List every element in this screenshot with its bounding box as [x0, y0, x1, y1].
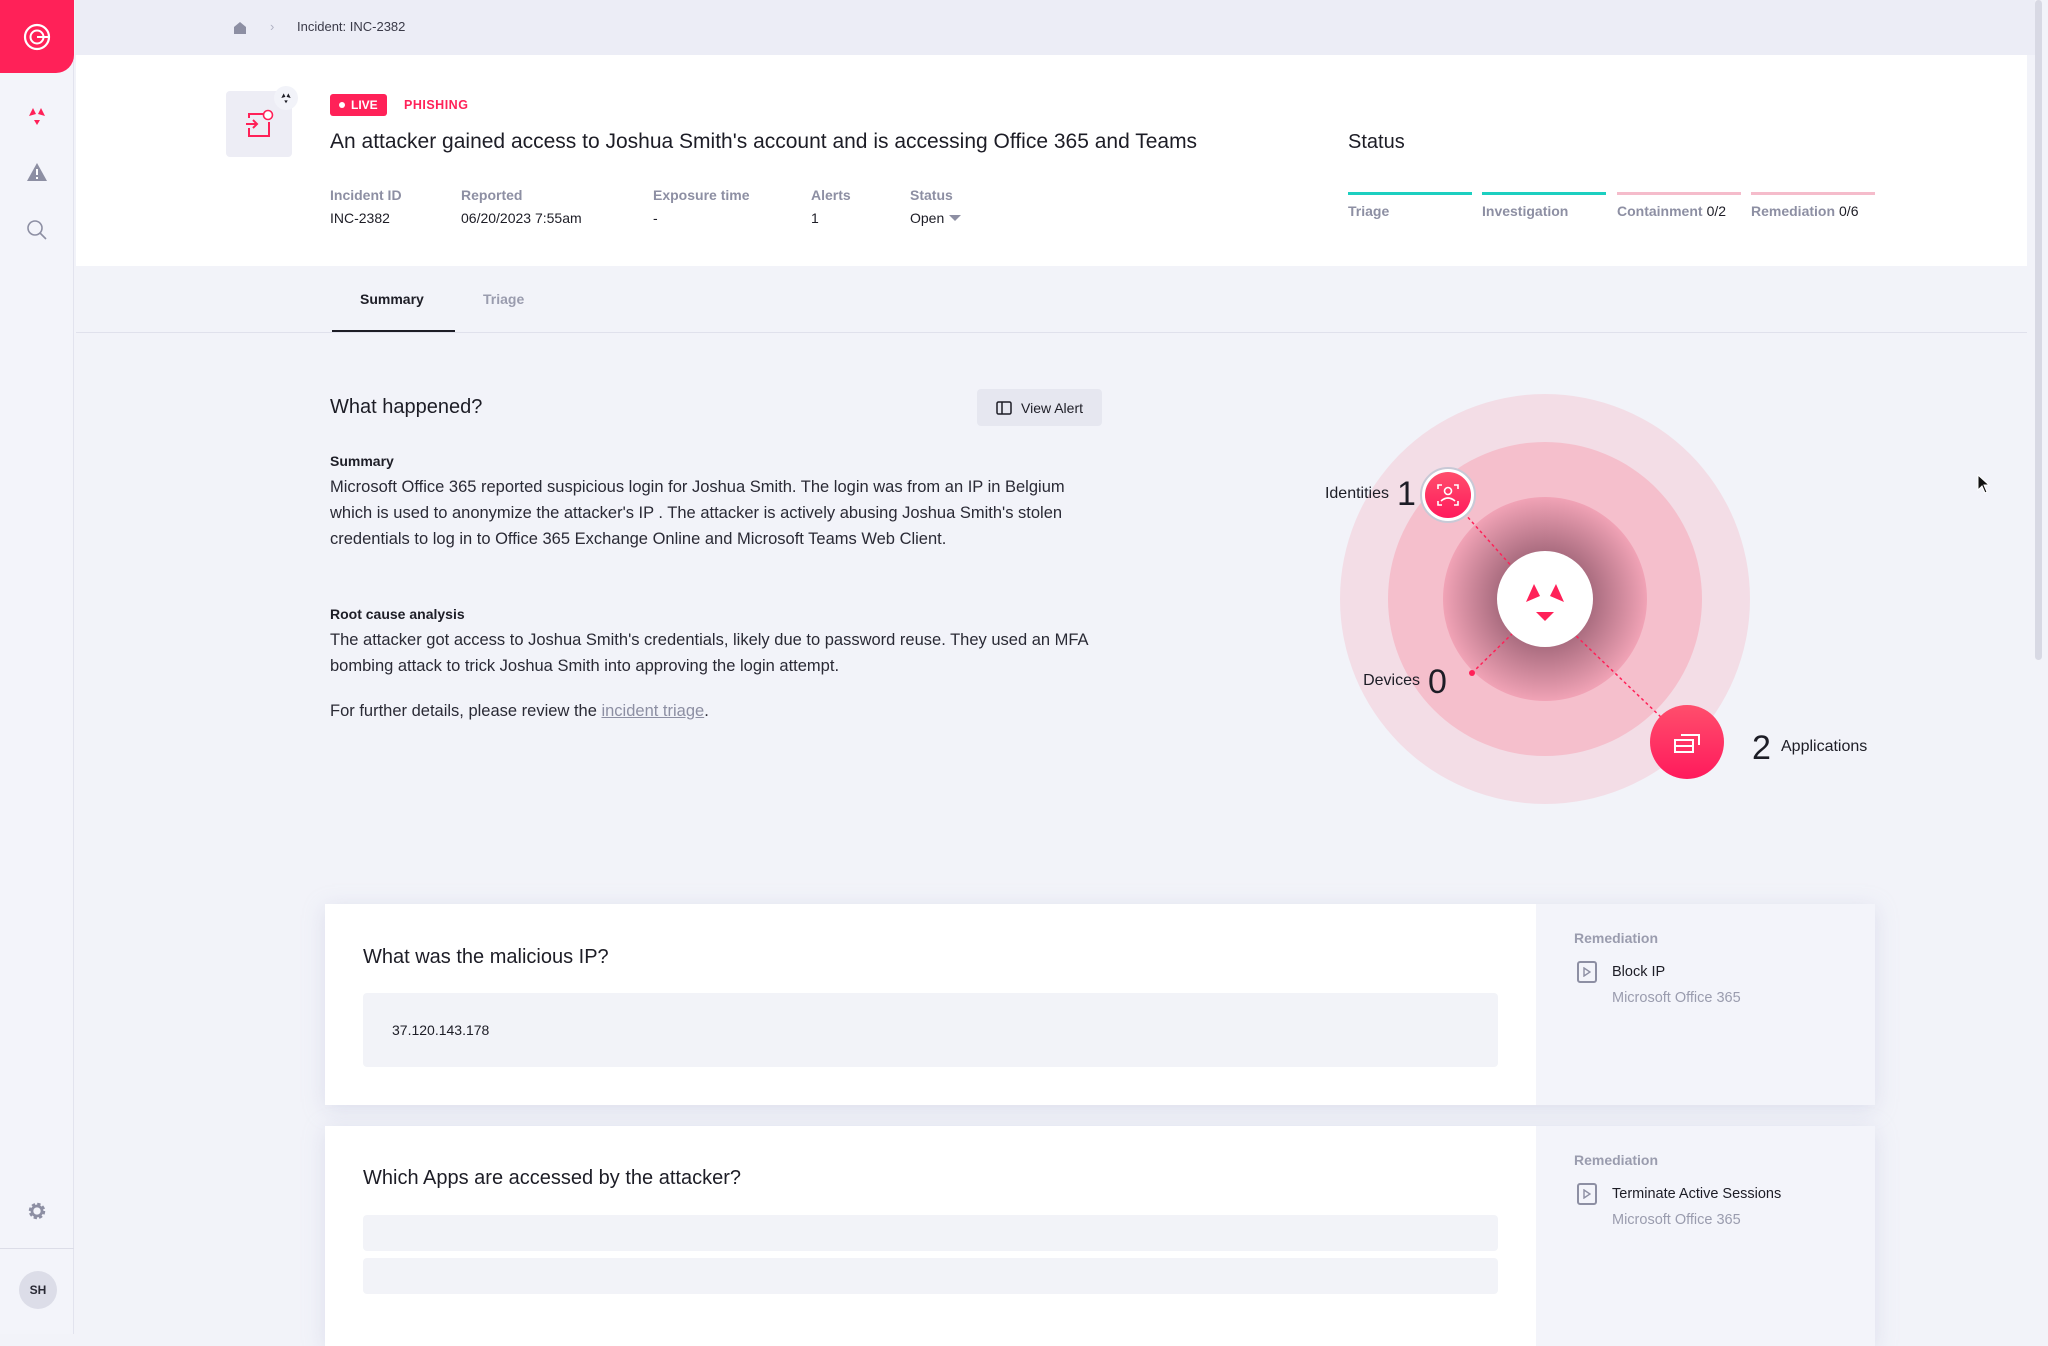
breadcrumb: › Incident: INC-2382 [75, 0, 2035, 55]
remediation-action-terminate-sessions[interactable]: Terminate Active Sessions [1612, 1186, 1781, 1202]
stage-remediation[interactable]: Remediation 0/6 [1751, 203, 1858, 219]
incidents-icon [29, 108, 45, 125]
remediation-action-block-ip[interactable]: Block IP [1612, 964, 1665, 980]
applications-label: Applications [1781, 738, 1867, 755]
stage-progress-bar [1482, 192, 1606, 195]
further-suffix: . [704, 702, 709, 720]
remediation-target: Microsoft Office 365 [1612, 990, 1741, 1006]
applications-node[interactable] [1650, 705, 1724, 779]
gem-logo-icon [23, 23, 51, 50]
further-prefix: For further details, please review the [330, 702, 602, 720]
meta-label: Alerts [811, 187, 851, 203]
stage-progress-bar [1617, 192, 1741, 195]
status-value: Open [910, 210, 945, 226]
devices-label: Devices [1363, 672, 1420, 689]
remediation-label: Remediation [1574, 930, 1659, 946]
stage-label: Containment [1617, 203, 1703, 219]
incident-triage-link[interactable]: incident triage [601, 702, 704, 720]
question-card-malicious-ip: What was the malicious IP? 37.120.143.17… [325, 904, 1875, 1105]
stage-triage[interactable]: Triage [1348, 203, 1389, 219]
remediation-label: Remediation [1574, 1152, 1659, 1168]
stage-investigation[interactable]: Investigation [1482, 203, 1568, 219]
identities-count: 1 [1397, 475, 1416, 513]
view-alert-button[interactable]: View Alert [977, 389, 1102, 426]
live-dot-icon [339, 102, 345, 108]
stage-label: Triage [1348, 203, 1390, 219]
search-icon [27, 220, 47, 240]
answer-box: 37.120.143.178 [363, 993, 1498, 1067]
exposure-time-value: - [653, 210, 658, 226]
identities-label: Identities [1325, 485, 1389, 502]
stage-containment[interactable]: Containment 0/2 [1617, 203, 1726, 219]
avatar[interactable]: SH [19, 1271, 57, 1309]
breadcrumb-current: Incident: INC-2382 [297, 19, 406, 34]
incident-header: LIVE PHISHING An attacker gained access … [76, 55, 2027, 266]
remediation-target: Microsoft Office 365 [1612, 1212, 1741, 1228]
devices-node [1469, 670, 1475, 676]
section-title: What happened? [330, 396, 483, 418]
play-icon[interactable] [1577, 961, 1597, 983]
answer-box [363, 1215, 1498, 1251]
incident-id-value: INC-2382 [330, 210, 390, 226]
app-logo[interactable] [0, 0, 74, 73]
summary-text: Microsoft Office 365 reported suspicious… [330, 478, 1065, 548]
meta-label: Reported [461, 187, 523, 203]
question-title: What was the malicious IP? [363, 946, 609, 968]
question-title: Which Apps are accessed by the attacker? [363, 1167, 741, 1189]
sidebar-item-search[interactable] [0, 218, 74, 242]
play-icon[interactable] [1577, 1183, 1597, 1205]
gear-icon [28, 1202, 46, 1220]
chevron-down-icon [949, 215, 962, 221]
stage-progress-bar [1348, 192, 1472, 195]
settings-button[interactable] [0, 1200, 74, 1222]
view-alert-label: View Alert [1021, 399, 1083, 416]
live-badge: LIVE [330, 94, 387, 116]
meta-label: Incident ID [330, 187, 402, 203]
incident-core-node [1497, 551, 1593, 647]
remediation-panel: Remediation Block IP Microsoft Office 36… [1536, 904, 1875, 1105]
alert-triangle-icon [27, 163, 47, 181]
status-dropdown[interactable]: Open [910, 210, 962, 226]
tab-triage[interactable]: Triage [483, 291, 524, 307]
tab-summary[interactable]: Summary [360, 291, 424, 307]
remediation-panel: Remediation Terminate Active Sessions Mi… [1536, 1126, 1875, 1346]
login-alert-icon [246, 109, 274, 137]
entity-graph: Identities 1 Devices 0 2 Applications [1325, 394, 1867, 804]
incident-title: An attacker gained access to Joshua Smit… [330, 130, 1198, 153]
applications-count: 2 [1752, 729, 1771, 767]
sidebar-item-incidents[interactable] [0, 104, 74, 128]
scrollbar-thumb[interactable] [2035, 0, 2042, 660]
sidebar-divider [0, 1248, 74, 1249]
stage-progress-bar [1751, 192, 1875, 195]
stage-count: 0/6 [1839, 203, 1859, 219]
stage-count: 0/2 [1706, 203, 1727, 219]
rca-text: The attacker got access to Joshua Smith'… [330, 631, 1088, 675]
reported-value: 06/20/2023 7:55am [461, 210, 582, 226]
breadcrumb-separator: › [270, 19, 275, 34]
live-label: LIVE [351, 98, 378, 112]
rca-label: Root cause analysis [330, 606, 465, 622]
sidebar: SH [0, 0, 74, 1334]
further-details: For further details, please review the i… [330, 698, 1110, 724]
ip-value: 37.120.143.178 [392, 1022, 490, 1038]
incident-category: PHISHING [404, 98, 469, 112]
question-card-apps: Which Apps are accessed by the attacker?… [325, 1126, 1875, 1346]
status-title: Status [1348, 131, 1405, 153]
devices-count: 0 [1428, 663, 1447, 701]
mouse-cursor-icon [1977, 474, 1991, 494]
home-icon[interactable] [232, 20, 248, 36]
alerts-value: 1 [811, 210, 819, 226]
meta-label: Status [910, 187, 953, 203]
stage-label: Remediation [1751, 203, 1836, 219]
incident-severity-icon [274, 86, 298, 110]
tab-bar: Summary Triage [76, 266, 2027, 333]
summary-label: Summary [330, 453, 394, 469]
panel-icon [996, 400, 1012, 415]
answer-box [363, 1258, 1498, 1294]
active-tab-indicator [332, 330, 455, 332]
sidebar-item-alerts[interactable] [0, 160, 74, 184]
stage-label: Investigation [1482, 203, 1569, 219]
meta-label: Exposure time [653, 187, 750, 203]
